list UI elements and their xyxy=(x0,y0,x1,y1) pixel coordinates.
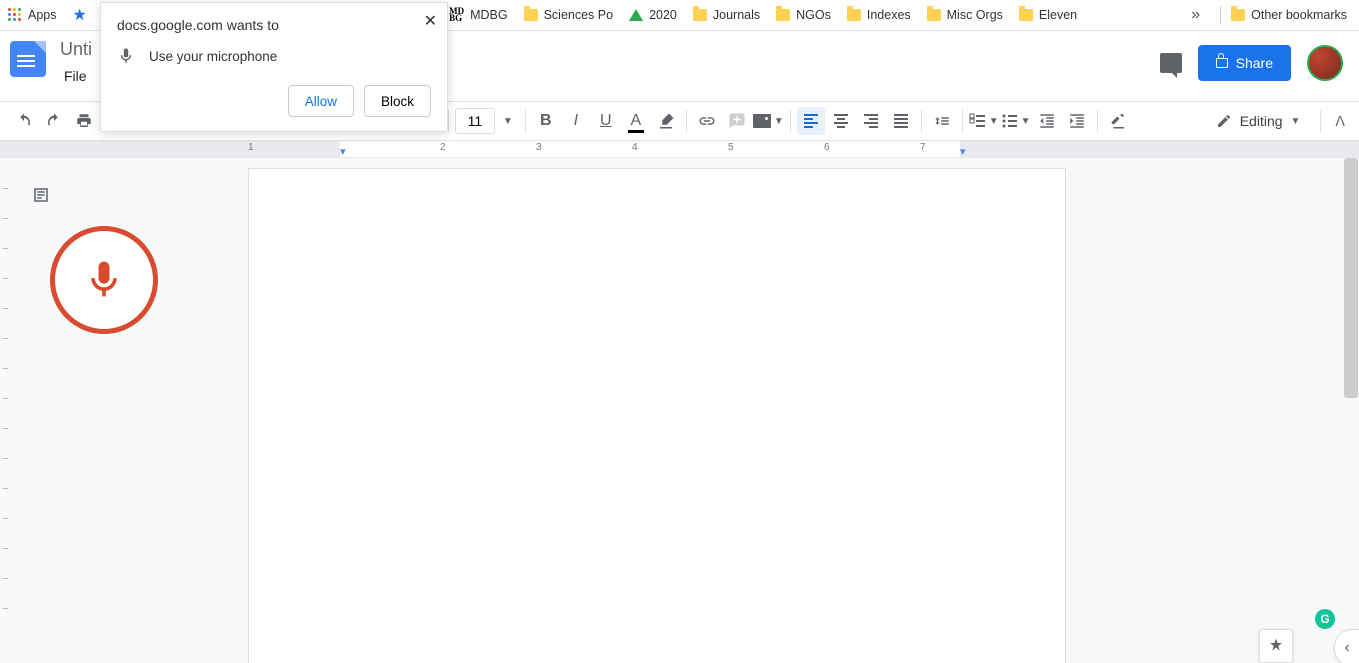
close-button[interactable]: ✕ xyxy=(424,11,437,31)
share-button[interactable]: Share xyxy=(1198,45,1291,81)
bookmark-journals[interactable]: Journals xyxy=(693,8,760,22)
docs-logo[interactable] xyxy=(10,41,46,77)
vertical-ruler xyxy=(0,158,10,663)
undo-button[interactable] xyxy=(10,107,38,135)
line-spacing-button[interactable] xyxy=(928,107,956,135)
insert-link-button[interactable] xyxy=(693,107,721,135)
indent-marker-left[interactable]: ▾ xyxy=(340,145,346,158)
document-page[interactable] xyxy=(248,168,1066,663)
text-color-button[interactable]: A xyxy=(622,107,650,135)
bold-button[interactable]: B xyxy=(532,107,560,135)
allow-button[interactable]: Allow xyxy=(288,85,354,117)
lock-icon xyxy=(1216,58,1228,68)
apps-icon xyxy=(8,8,22,22)
drive-icon xyxy=(629,9,643,21)
align-justify-button[interactable] xyxy=(887,107,915,135)
chevron-left-icon: ‹ xyxy=(1344,639,1349,657)
menu-file[interactable]: File xyxy=(56,64,95,88)
document-outline-button[interactable] xyxy=(26,180,56,210)
bookmark-mdbg[interactable]: MDBGMDBG xyxy=(449,8,508,22)
mic-icon xyxy=(117,47,135,65)
star-icon: ★ xyxy=(73,5,87,25)
align-center-button[interactable] xyxy=(827,107,855,135)
permission-title: docs.google.com wants to xyxy=(117,17,431,33)
folder-icon xyxy=(693,9,707,21)
align-left-button[interactable] xyxy=(797,107,825,135)
folder-icon xyxy=(524,9,538,21)
font-size-input[interactable] xyxy=(455,108,495,134)
decrease-indent-button[interactable] xyxy=(1033,107,1061,135)
folder-icon xyxy=(927,9,941,21)
bookmark-indexes[interactable]: Indexes xyxy=(847,8,911,22)
grammarly-badge[interactable]: G xyxy=(1315,609,1335,629)
highlight-button[interactable] xyxy=(652,107,680,135)
align-right-button[interactable] xyxy=(857,107,885,135)
outline-icon xyxy=(32,184,50,206)
folder-icon xyxy=(847,9,861,21)
folder-icon xyxy=(1019,9,1033,21)
apps-button[interactable]: Apps xyxy=(8,8,57,22)
checklist-button[interactable]: ▼ xyxy=(969,107,999,135)
block-button[interactable]: Block xyxy=(364,85,431,117)
permission-dialog: ✕ docs.google.com wants to Use your micr… xyxy=(100,2,448,132)
mic-icon xyxy=(82,254,126,306)
insert-image-button[interactable]: ▼ xyxy=(753,107,784,135)
side-panel-toggle[interactable]: ‹ xyxy=(1334,629,1359,663)
share-label: Share xyxy=(1236,55,1273,71)
mdbg-icon: MDBG xyxy=(449,8,464,22)
bookmark-eleven[interactable]: Eleven xyxy=(1019,8,1077,22)
bulleted-list-button[interactable]: ▼ xyxy=(1001,107,1031,135)
workspace: G ‹ xyxy=(0,158,1359,663)
pencil-icon xyxy=(1216,113,1232,129)
bookmark-sciencespo[interactable]: Sciences Po xyxy=(524,8,613,22)
comments-button[interactable] xyxy=(1160,53,1182,73)
print-button[interactable] xyxy=(70,107,98,135)
collapse-toolbar-button[interactable]: ᐱ xyxy=(1335,113,1345,130)
permission-request-text: Use your microphone xyxy=(149,49,277,64)
divider xyxy=(1220,6,1221,24)
folder-icon xyxy=(776,9,790,21)
other-bookmarks[interactable]: Other bookmarks xyxy=(1231,8,1347,22)
mode-label: Editing xyxy=(1240,113,1283,129)
bookmark-ngos[interactable]: NGOs xyxy=(776,8,831,22)
underline-button[interactable]: U xyxy=(592,107,620,135)
editing-mode-dropdown[interactable]: Editing ▼ xyxy=(1210,107,1307,135)
voice-typing-button[interactable] xyxy=(50,226,158,334)
scrollbar[interactable] xyxy=(1344,158,1358,398)
increase-indent-button[interactable] xyxy=(1063,107,1091,135)
image-icon xyxy=(753,114,771,128)
explore-icon xyxy=(1267,637,1285,655)
ruler[interactable]: 1 ▾ 2 3 4 5 6 7 ▾ xyxy=(0,141,1359,158)
indent-marker-right[interactable]: ▾ xyxy=(960,145,966,158)
clear-formatting-button[interactable] xyxy=(1104,107,1132,135)
redo-button[interactable] xyxy=(40,107,68,135)
bookmark-star[interactable]: ★ xyxy=(73,5,95,25)
bookmark-misc[interactable]: Misc Orgs xyxy=(927,8,1003,22)
insert-comment-button[interactable] xyxy=(723,107,751,135)
folder-icon xyxy=(1231,9,1245,21)
apps-label: Apps xyxy=(28,8,57,22)
account-avatar[interactable] xyxy=(1307,45,1343,81)
italic-button[interactable]: I xyxy=(562,107,590,135)
explore-button[interactable] xyxy=(1259,629,1293,663)
bookmark-2020[interactable]: 2020 xyxy=(629,8,677,22)
bookmarks-overflow[interactable]: » xyxy=(1191,6,1200,24)
